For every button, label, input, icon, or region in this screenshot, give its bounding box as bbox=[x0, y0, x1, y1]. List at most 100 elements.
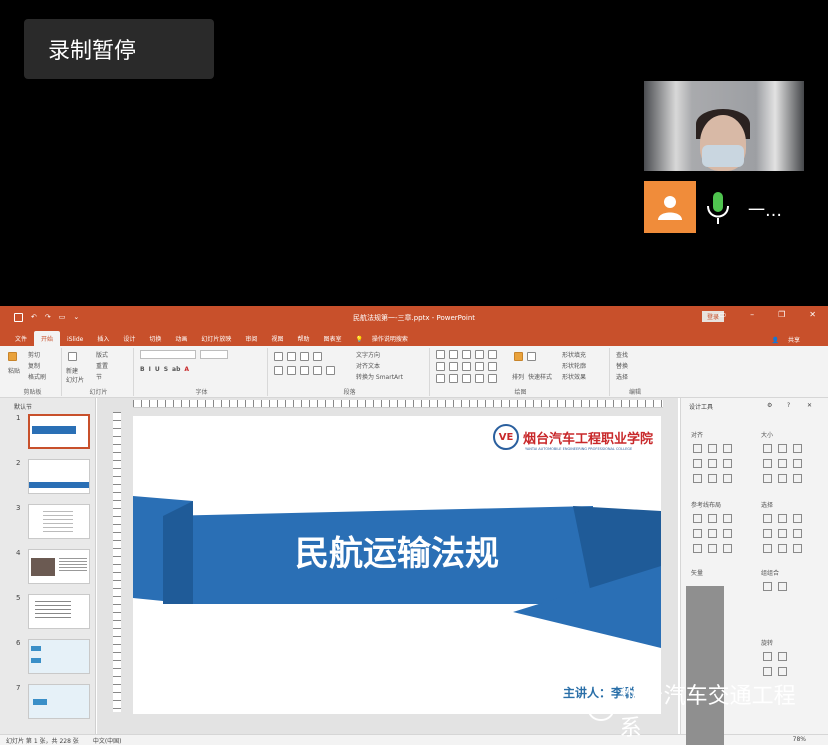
settings-icon[interactable]: ⚙ bbox=[767, 402, 772, 409]
paste-icon[interactable] bbox=[8, 352, 17, 361]
college-name-en: YANTAI AUTOMOBILE ENGINEERING PROFESSION… bbox=[525, 447, 633, 451]
font-name-combo[interactable] bbox=[140, 350, 196, 359]
record-pause-button[interactable]: 录制暂停 bbox=[24, 19, 214, 79]
slides-pane: 默认节 1 2 3 4 5 6 7 bbox=[0, 398, 96, 734]
tab-slideshow[interactable]: 幻灯片放映 bbox=[194, 331, 238, 346]
language-status[interactable]: 中文(中国) bbox=[93, 736, 122, 745]
slide-number: 3 bbox=[16, 504, 21, 512]
tab-design[interactable]: 设计 bbox=[116, 331, 142, 346]
slide-thumbnail-4[interactable] bbox=[28, 549, 90, 584]
paragraph-label: 段落 bbox=[343, 389, 356, 396]
arrange-button[interactable]: 排列 bbox=[512, 372, 524, 381]
slide-number: 1 bbox=[16, 414, 21, 422]
slide-thumbnail-7[interactable] bbox=[28, 684, 90, 719]
slide-count: 幻灯片 第 1 张，共 228 张 bbox=[6, 737, 79, 745]
tab-charts[interactable]: 图表室 bbox=[316, 331, 348, 346]
font-color-icon[interactable]: A bbox=[184, 366, 189, 373]
ribbon-tabs: 文件 开始 iSlide 插入 设计 切换 动画 幻灯片放映 审阅 视图 帮助 … bbox=[0, 328, 828, 346]
layout-button[interactable]: 版式 bbox=[96, 350, 108, 359]
strike-icon[interactable]: ab bbox=[172, 366, 180, 373]
tab-animations[interactable]: 动画 bbox=[168, 331, 194, 346]
slide-number: 6 bbox=[16, 639, 21, 647]
shape-label: 矢量 bbox=[691, 570, 704, 577]
font-label: 字体 bbox=[195, 389, 208, 396]
college-emblem-icon: VE bbox=[493, 424, 519, 450]
maximize-icon[interactable]: ❐ bbox=[778, 310, 785, 319]
editing-label: 编辑 bbox=[628, 389, 641, 396]
tab-home[interactable]: 开始 bbox=[34, 331, 61, 346]
microphone-icon[interactable] bbox=[704, 190, 732, 226]
participant-video bbox=[644, 81, 804, 171]
underline-icon[interactable]: U bbox=[155, 366, 160, 373]
font-size-combo[interactable] bbox=[200, 350, 228, 359]
slide-thumbnail-6[interactable] bbox=[28, 639, 90, 674]
slide-thumbnail-2[interactable] bbox=[28, 459, 90, 494]
slide-number: 4 bbox=[16, 549, 21, 557]
share-button[interactable]: 👤 共享 bbox=[765, 332, 814, 347]
italic-icon[interactable]: I bbox=[149, 366, 151, 373]
slide-canvas[interactable]: 民航运输法规 VE 烟台汽车工程职业学院 YANTAI AUTOMOBILE E… bbox=[133, 416, 661, 714]
quick-styles-button[interactable]: 快速样式 bbox=[528, 372, 552, 381]
slide-thumbnail-5[interactable] bbox=[28, 594, 90, 629]
tell-me-search[interactable]: 💡 操作说明搜索 bbox=[348, 331, 421, 346]
tab-help[interactable]: 帮助 bbox=[290, 331, 316, 346]
tab-insert[interactable]: 插入 bbox=[90, 331, 116, 346]
vertical-ruler bbox=[113, 412, 121, 712]
reset-button[interactable]: 重置 bbox=[96, 361, 108, 370]
slide-thumbnail-3[interactable] bbox=[28, 504, 90, 539]
size-label: 大小 bbox=[761, 432, 774, 439]
wechat-watermark: 烟台汽车交通工程系 bbox=[588, 684, 814, 741]
tab-transitions[interactable]: 切换 bbox=[142, 331, 168, 346]
select-button[interactable]: 选择 bbox=[616, 372, 628, 381]
text-direction-button[interactable]: 文字方向 bbox=[356, 350, 380, 359]
quick-styles-icon[interactable] bbox=[527, 352, 536, 361]
font-group: BI US ab A 字体 bbox=[136, 348, 268, 396]
tab-view[interactable]: 视图 bbox=[264, 331, 290, 346]
convert-smartart-button[interactable]: 转换为 SmartArt bbox=[356, 372, 403, 381]
close-icon[interactable]: ✕ bbox=[809, 310, 816, 319]
editing-group: 查找 替换 选择 编辑 bbox=[612, 348, 658, 396]
watermark-text: 烟台汽车交通工程系 bbox=[619, 684, 796, 741]
section-label[interactable]: 默认节 bbox=[14, 402, 32, 411]
clipboard-label: 剪贴板 bbox=[23, 389, 42, 396]
slide-edit-area: 民航运输法规 VE 烟台汽车工程职业学院 YANTAI AUTOMOBILE E… bbox=[97, 398, 678, 734]
new-slide-button[interactable]: 新建 幻灯片 bbox=[66, 366, 84, 384]
section-button[interactable]: 节 bbox=[96, 372, 102, 381]
arrange-icon[interactable] bbox=[514, 352, 523, 361]
paste-button[interactable]: 粘贴 bbox=[8, 366, 20, 375]
group-label: 组组合 bbox=[761, 570, 780, 577]
shape-effects-button[interactable]: 形状效果 bbox=[562, 372, 586, 381]
cut-button[interactable]: 剪切 bbox=[28, 350, 40, 359]
select-label: 选择 bbox=[761, 502, 774, 509]
drawing-group: 排列 快速样式 形状填充 形状轮廓 形状效果 绘图 bbox=[432, 348, 610, 396]
design-pane-header: 设计工具 bbox=[689, 404, 714, 411]
user-icon bbox=[658, 196, 682, 220]
copy-button[interactable]: 复制 bbox=[28, 361, 40, 370]
tab-islide[interactable]: iSlide bbox=[60, 333, 90, 346]
title-bar: ↶ ↷ ▭ ⌄ 民航法规第一-三章.pptx - PowerPoint 登录 ▭… bbox=[0, 306, 828, 328]
align-text-button[interactable]: 对齐文本 bbox=[356, 361, 380, 370]
ribbon-display-icon[interactable]: ▭ bbox=[719, 310, 727, 319]
shadow-icon[interactable]: S bbox=[164, 366, 168, 373]
participant-avatar[interactable] bbox=[644, 181, 696, 233]
college-name: 烟台汽车工程职业学院 bbox=[523, 431, 654, 447]
pane-close-icon[interactable]: ✕ bbox=[807, 402, 812, 409]
ref-layout-label: 参考线布局 bbox=[691, 502, 722, 509]
slide-title[interactable]: 民航运输法规 bbox=[133, 526, 661, 575]
tab-file[interactable]: 文件 bbox=[8, 331, 34, 346]
college-logo: VE 烟台汽车工程职业学院 YANTAI AUTOMOBILE ENGINEER… bbox=[493, 422, 661, 452]
bold-icon[interactable]: B bbox=[140, 366, 145, 373]
rotate-label: 旋转 bbox=[761, 640, 774, 647]
new-slide-icon[interactable] bbox=[68, 352, 77, 361]
slides-group: 新建 幻灯片 版式 重置 节 幻灯片 bbox=[64, 348, 134, 396]
tab-review[interactable]: 审阅 bbox=[238, 331, 264, 346]
slide-thumbnail-1[interactable] bbox=[28, 414, 90, 449]
shape-outline-button[interactable]: 形状轮廓 bbox=[562, 361, 586, 370]
align-label: 对齐 bbox=[691, 432, 704, 439]
replace-button[interactable]: 替换 bbox=[616, 361, 628, 370]
find-button[interactable]: 查找 bbox=[616, 350, 628, 359]
minimize-icon[interactable]: – bbox=[750, 310, 754, 319]
shape-fill-button[interactable]: 形状填充 bbox=[562, 350, 586, 359]
help-icon[interactable]: ? bbox=[787, 402, 790, 409]
format-painter-button[interactable]: 格式刷 bbox=[28, 372, 46, 381]
